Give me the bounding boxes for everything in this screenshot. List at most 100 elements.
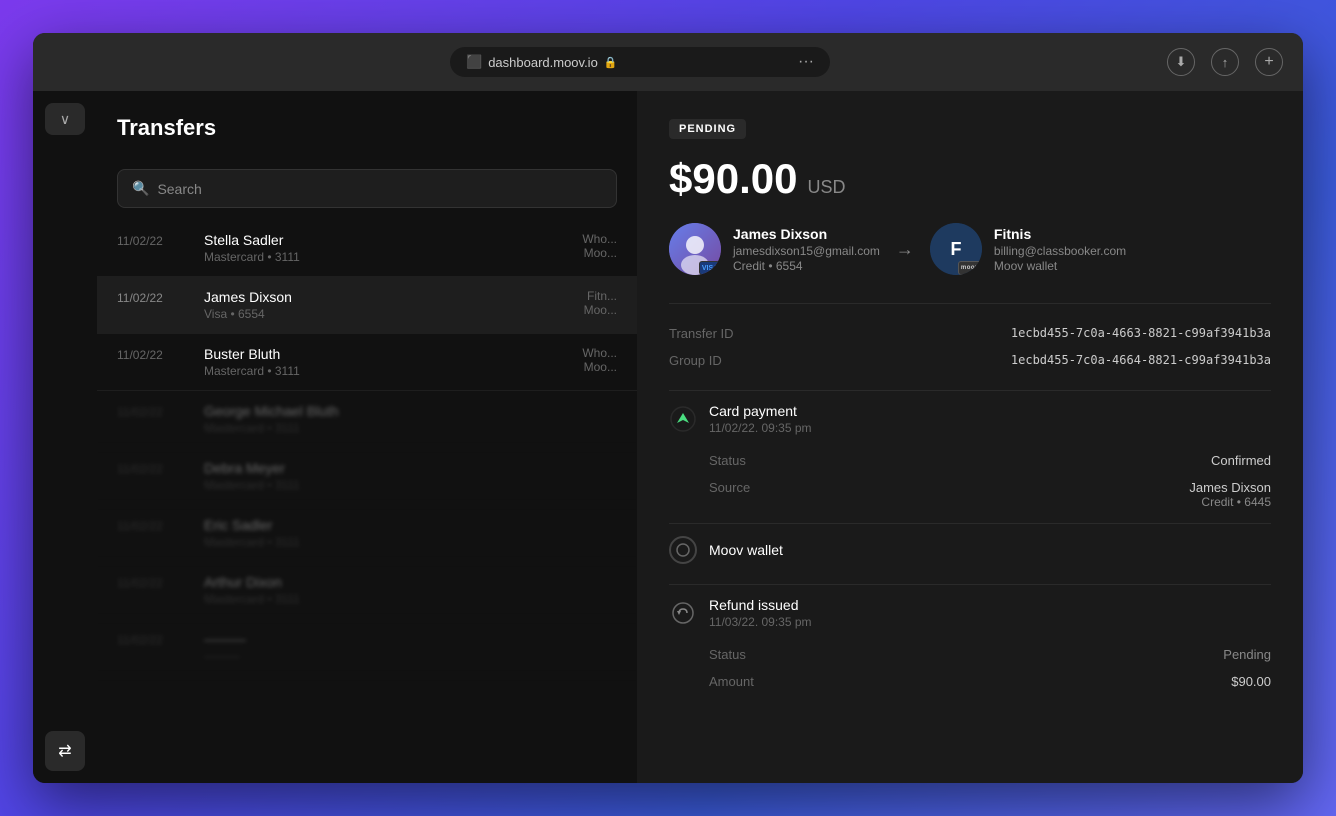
- transfer-dest: Who... Moo...: [582, 346, 617, 374]
- moov-wallet-header: Moov wallet: [669, 536, 1271, 564]
- table-row[interactable]: 11/02/22 Arthur Dixon Mastercard • 3111: [97, 562, 637, 619]
- refund-status-row: Status Pending: [669, 641, 1271, 668]
- transfer-date: 11/02/22: [117, 631, 192, 647]
- transfers-list: 11/02/22 Stella Sadler Mastercard • 3111…: [97, 216, 637, 783]
- card-status-value: Confirmed: [1211, 453, 1271, 468]
- download-button[interactable]: ⬇: [1167, 48, 1195, 76]
- refund-header: Refund issued 11/03/22. 09:35 pm: [669, 597, 1271, 629]
- amount-row: $90.00 USD: [669, 155, 1271, 203]
- transfer-sub: Mastercard • 3111: [204, 535, 617, 549]
- transfer-name: Buster Bluth: [204, 346, 570, 362]
- table-row[interactable]: 11/02/22 ——— ———: [97, 619, 637, 676]
- moov-badge: moov: [958, 261, 982, 275]
- recipient-payment: Moov wallet: [994, 259, 1126, 273]
- address-bar[interactable]: ⬛ dashboard.moov.io 🔒 ···: [450, 47, 830, 77]
- transfer-sub: Mastercard • 3111: [204, 421, 617, 435]
- transfer-sub: Mastercard • 3111: [204, 250, 570, 264]
- transfer-info: James Dixson Visa • 6554: [204, 289, 572, 321]
- table-row[interactable]: 11/02/22 Buster Bluth Mastercard • 3111 …: [97, 334, 637, 391]
- transfer-id-value: 1ecbd455-7c0a-4663-8821-c99af3941b3a: [1011, 326, 1271, 340]
- table-row[interactable]: 11/02/22 George Michael Bluth Mastercard…: [97, 391, 637, 448]
- card-payment-title: Card payment: [709, 403, 812, 419]
- sender-details: James Dixson jamesdixson15@gmail.com Cre…: [733, 226, 880, 273]
- transfer-id-row: Transfer ID 1ecbd455-7c0a-4663-8821-c99a…: [669, 320, 1271, 347]
- transfer-date: 11/02/22: [117, 517, 192, 533]
- lock-icon: 🔒: [604, 56, 618, 69]
- recipient-email: billing@classbooker.com: [994, 244, 1126, 258]
- table-row[interactable]: 11/02/22 James Dixson Visa • 6554 Fitn..…: [97, 277, 637, 334]
- page-title: Transfers: [117, 115, 617, 141]
- card-payment-icon: [669, 405, 697, 433]
- card-status-label: Status: [709, 453, 746, 468]
- sender-payment: Credit • 6554: [733, 259, 880, 273]
- card-source-value: James Dixson Credit • 6445: [1189, 480, 1271, 509]
- circle-icon: [675, 542, 691, 558]
- refund-title-group: Refund issued 11/03/22. 09:35 pm: [709, 597, 812, 629]
- moov-wallet-title: Moov wallet: [709, 542, 783, 558]
- transfer-dest: Fitn... Moo...: [584, 289, 617, 317]
- transfer-info: ——— ———: [204, 631, 617, 663]
- more-icon[interactable]: ···: [798, 53, 814, 71]
- refund-icon: [669, 599, 697, 627]
- transfer-sub: Visa • 6554: [204, 307, 572, 321]
- card-source-label: Source: [709, 480, 750, 509]
- card-payment-title-group: Card payment 11/02/22. 09:35 pm: [709, 403, 812, 435]
- address-text: dashboard.moov.io: [488, 55, 598, 70]
- amount-currency: USD: [807, 177, 845, 198]
- transfer-name: Eric Sadler: [204, 517, 617, 533]
- transfer-name: ———: [204, 631, 617, 647]
- browser-actions: ⬇ ↑ +: [1167, 48, 1283, 76]
- transfer-name: Arthur Dixon: [204, 574, 617, 590]
- table-row[interactable]: 11/02/22 Eric Sadler Mastercard • 3111: [97, 505, 637, 562]
- amount-value: $90.00: [669, 155, 797, 203]
- group-id-row: Group ID 1ecbd455-7c0a-4664-8821-c99af39…: [669, 347, 1271, 374]
- parties-row: VISA James Dixson jamesdixson15@gmail.co…: [669, 223, 1271, 275]
- transfer-date: 11/02/22: [117, 346, 192, 362]
- refund-arrow-icon: [671, 601, 695, 625]
- transfer-arrow-icon: →: [896, 239, 914, 260]
- sender-name: James Dixson: [733, 226, 880, 242]
- status-badge: PENDING: [669, 119, 746, 139]
- transfer-info: Eric Sadler Mastercard • 3111: [204, 517, 617, 549]
- transfer-dest: Who... Moo...: [582, 232, 617, 260]
- sidebar-toggle[interactable]: ∨: [45, 103, 85, 135]
- refund-amount-label: Amount: [709, 674, 754, 689]
- moov-wallet-section: Moov wallet: [669, 523, 1271, 584]
- refund-amount-value: $90.00: [1231, 674, 1271, 689]
- transfer-date: 11/02/22: [117, 460, 192, 476]
- source-payment: Credit • 6445: [1189, 495, 1271, 509]
- refund-section: Refund issued 11/03/22. 09:35 pm Status …: [669, 584, 1271, 703]
- refund-status-label: Status: [709, 647, 746, 662]
- transfer-sub: Mastercard • 3111: [204, 364, 570, 378]
- transfer-name: James Dixson: [204, 289, 572, 305]
- transfer-sub: Mastercard • 3111: [204, 592, 617, 606]
- transfer-info: George Michael Bluth Mastercard • 3111: [204, 403, 617, 435]
- transfer-info: Arthur Dixon Mastercard • 3111: [204, 574, 617, 606]
- add-tab-button[interactable]: +: [1255, 48, 1283, 76]
- card-source-row: Source James Dixson Credit • 6445: [669, 474, 1271, 515]
- transfer-info: Stella Sadler Mastercard • 3111: [204, 232, 570, 264]
- table-row[interactable]: 11/02/22 Stella Sadler Mastercard • 3111…: [97, 220, 637, 277]
- group-id-label: Group ID: [669, 353, 722, 368]
- refund-status-value: Pending: [1223, 647, 1271, 662]
- browser-chrome: ⬛ dashboard.moov.io 🔒 ··· ⬇ ↑ +: [33, 33, 1303, 91]
- search-bar[interactable]: 🔍 Search: [117, 169, 617, 208]
- source-name: James Dixson: [1189, 480, 1271, 495]
- transfers-icon: ⇄: [58, 741, 71, 761]
- table-row[interactable]: 11/02/22 Debra Meyer Mastercard • 3111: [97, 448, 637, 505]
- transfer-ids-section: Transfer ID 1ecbd455-7c0a-4663-8821-c99a…: [669, 303, 1271, 390]
- transfer-sub: ———: [204, 649, 617, 663]
- search-icon: 🔍: [132, 180, 149, 197]
- browser-icon: ⬛: [466, 54, 482, 70]
- sidebar-item-transfers[interactable]: ⇄: [45, 731, 85, 771]
- share-button[interactable]: ↑: [1211, 48, 1239, 76]
- detail-panel: PENDING $90.00 USD: [637, 91, 1303, 783]
- transfer-date: 11/02/22: [117, 289, 192, 305]
- transfers-panel: Transfers 🔍 Search 11/02/22 Stella Sadle…: [97, 91, 637, 783]
- sidebar: ∨ ⇄: [33, 91, 97, 783]
- browser-window: ⬛ dashboard.moov.io 🔒 ··· ⬇ ↑ + ∨ ⇄: [33, 33, 1303, 783]
- transfer-date: 11/02/22: [117, 574, 192, 590]
- send-icon: [669, 405, 697, 433]
- visa-badge: VISA: [699, 261, 721, 275]
- card-payment-header: Card payment 11/02/22. 09:35 pm: [669, 403, 1271, 435]
